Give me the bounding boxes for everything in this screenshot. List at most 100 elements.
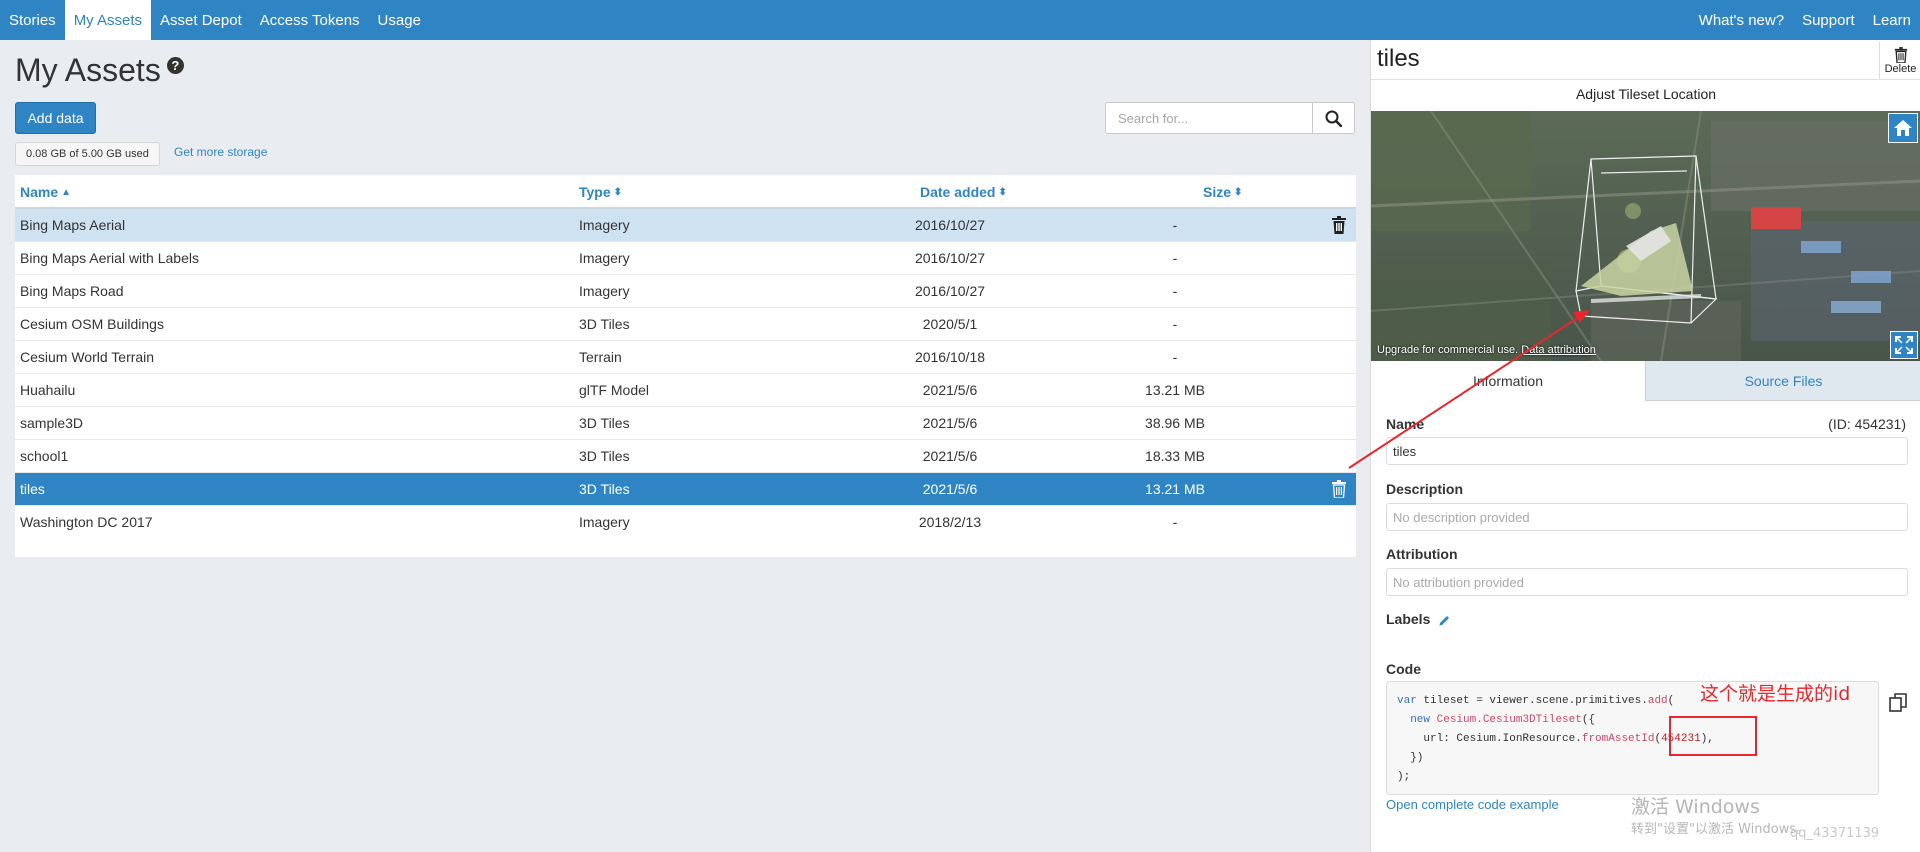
table-header: Name ▲ Type ⬍ Date added ⬍ Size ⬍ bbox=[15, 175, 1356, 209]
column-header-type[interactable]: Type ⬍ bbox=[579, 184, 622, 200]
asset-type: 3D Tiles bbox=[579, 316, 630, 332]
asset-type: Imagery bbox=[579, 250, 630, 266]
asset-size: - bbox=[1172, 514, 1178, 530]
asset-type: Imagery bbox=[579, 514, 630, 530]
asset-date: 2021/5/6 bbox=[922, 415, 978, 431]
annotation-label: 这个就是生成的id bbox=[1700, 683, 1851, 705]
asset-name: Cesium OSM Buildings bbox=[20, 316, 164, 332]
home-button[interactable] bbox=[1888, 113, 1918, 143]
nav-support[interactable]: Support bbox=[1793, 0, 1864, 40]
open-code-example-link[interactable]: Open complete code example bbox=[1386, 797, 1559, 812]
table-row[interactable]: Cesium OSM Buildings 3D Tiles 2020/5/1 - bbox=[15, 308, 1356, 341]
tileset-preview-viewer[interactable]: Upgrade for commercial use. Data attribu… bbox=[1371, 111, 1920, 361]
table-row[interactable]: Bing Maps Road Imagery 2016/10/27 - bbox=[15, 275, 1356, 308]
asset-date: 2016/10/27 bbox=[914, 250, 986, 266]
asset-name: Bing Maps Aerial bbox=[20, 217, 126, 233]
asset-type: 3D Tiles bbox=[579, 481, 630, 497]
table-row[interactable]: school1 3D Tiles 2021/5/6 18.33 MB bbox=[15, 440, 1356, 473]
assets-table: Name ▲ Type ⬍ Date added ⬍ Size ⬍ Bing M… bbox=[15, 175, 1356, 557]
nav-my-assets[interactable]: My Assets bbox=[64, 0, 152, 40]
column-header-name[interactable]: Name ▲ bbox=[20, 184, 71, 200]
asset-id-label: (ID: 454231) bbox=[1828, 416, 1906, 432]
blog-watermark: qq_43371139 bbox=[1790, 826, 1880, 841]
question-circle-icon[interactable]: ? bbox=[166, 57, 184, 74]
table-row-selected[interactable]: tiles 3D Tiles 2021/5/6 13.21 MB bbox=[15, 473, 1356, 506]
asset-type: 3D Tiles bbox=[579, 415, 630, 431]
tab-information[interactable]: Information bbox=[1371, 361, 1646, 401]
description-field[interactable]: No description provided bbox=[1386, 503, 1908, 531]
nav-whats-new[interactable]: What's new? bbox=[1690, 0, 1793, 40]
sort-icon: ⬍ bbox=[613, 186, 623, 198]
asset-name: Cesium World Terrain bbox=[20, 349, 155, 365]
nav-usage[interactable]: Usage bbox=[369, 0, 430, 40]
asset-type: 3D Tiles bbox=[579, 448, 630, 464]
get-more-storage-link[interactable]: Get more storage bbox=[174, 145, 267, 159]
asset-name: sample3D bbox=[20, 415, 84, 431]
pencil-icon[interactable] bbox=[1438, 614, 1451, 627]
name-field[interactable]: tiles bbox=[1386, 437, 1908, 465]
table-row[interactable]: Cesium World Terrain Terrain 2016/10/18 … bbox=[15, 341, 1356, 374]
asset-date: 2016/10/27 bbox=[914, 283, 986, 299]
add-data-button[interactable]: Add data bbox=[15, 102, 96, 134]
column-header-name-label: Name bbox=[20, 184, 59, 200]
expand-icon bbox=[1895, 336, 1913, 354]
column-header-size[interactable]: Size ⬍ bbox=[1203, 184, 1242, 200]
asset-date: 2020/5/1 bbox=[922, 316, 978, 332]
asset-size: 13.21 MB bbox=[1145, 382, 1205, 398]
trash-icon[interactable] bbox=[1331, 480, 1347, 498]
asset-name: Washington DC 2017 bbox=[20, 514, 153, 530]
asset-type: glTF Model bbox=[579, 382, 650, 398]
trash-icon[interactable] bbox=[1331, 216, 1347, 234]
asset-name: school1 bbox=[20, 448, 69, 464]
asset-size: - bbox=[1172, 283, 1178, 299]
nav-stories[interactable]: Stories bbox=[0, 0, 65, 40]
search-button[interactable] bbox=[1312, 102, 1355, 134]
asset-date: 2016/10/27 bbox=[914, 217, 986, 233]
description-label: Description bbox=[1386, 481, 1464, 497]
asset-size: - bbox=[1172, 217, 1178, 233]
asset-name: Huahailu bbox=[20, 382, 76, 398]
asset-size: - bbox=[1172, 316, 1178, 332]
satellite-imagery bbox=[1371, 111, 1920, 361]
trash-icon bbox=[1894, 47, 1907, 63]
nav-left: Stories My Assets Asset Depot Access Tok… bbox=[0, 0, 430, 40]
asset-size: 18.33 MB bbox=[1145, 448, 1205, 464]
asset-name: Bing Maps Aerial with Labels bbox=[20, 250, 199, 266]
page-title: My Assets ? bbox=[15, 52, 184, 89]
windows-activation-subtitle: 转到"设置"以激活 Windows。 bbox=[1631, 822, 1810, 837]
nav-access-tokens[interactable]: Access Tokens bbox=[251, 0, 369, 40]
data-attribution-link[interactable]: Data attribution bbox=[1521, 344, 1596, 356]
asset-size: 38.96 MB bbox=[1145, 415, 1205, 431]
name-label: Name bbox=[1386, 416, 1425, 432]
details-tabs: Information Source Files bbox=[1371, 361, 1920, 401]
asset-date: 2021/5/6 bbox=[922, 481, 978, 497]
search-input[interactable] bbox=[1105, 102, 1312, 134]
copy-icon[interactable] bbox=[1888, 692, 1910, 714]
asset-date: 2018/2/13 bbox=[918, 514, 982, 530]
asset-size: - bbox=[1172, 349, 1178, 365]
table-row[interactable]: Washington DC 2017 Imagery 2018/2/13 - bbox=[15, 506, 1356, 539]
search-box bbox=[1105, 102, 1355, 134]
delete-label: Delete bbox=[1884, 63, 1917, 75]
tab-source-files[interactable]: Source Files bbox=[1646, 361, 1920, 401]
table-row[interactable]: Huahailu glTF Model 2021/5/6 13.21 MB bbox=[15, 374, 1356, 407]
delete-button[interactable]: Delete bbox=[1879, 42, 1920, 80]
asset-name: tiles bbox=[20, 481, 45, 497]
asset-details-panel: tiles Delete Adjust Tileset Location Upg… bbox=[1370, 40, 1920, 852]
adjust-tileset-location-link[interactable]: Adjust Tileset Location bbox=[1371, 86, 1920, 102]
table-row[interactable]: sample3D 3D Tiles 2021/5/6 38.96 MB bbox=[15, 407, 1356, 440]
nav-learn[interactable]: Learn bbox=[1864, 0, 1920, 40]
table-row[interactable]: Bing Maps Aerial Imagery 2016/10/27 - bbox=[15, 209, 1356, 242]
fullscreen-button[interactable] bbox=[1890, 331, 1918, 359]
asset-date: 2021/5/6 bbox=[922, 382, 978, 398]
page-title-text: My Assets bbox=[15, 52, 161, 88]
attribution-field[interactable]: No attribution provided bbox=[1386, 568, 1908, 596]
column-header-size-label: Size bbox=[1203, 184, 1232, 200]
labels-label-text: Labels bbox=[1386, 611, 1431, 627]
table-row[interactable]: Bing Maps Aerial with Labels Imagery 201… bbox=[15, 242, 1356, 275]
asset-type: Terrain bbox=[579, 349, 622, 365]
nav-asset-depot[interactable]: Asset Depot bbox=[151, 0, 251, 40]
nav-right: What's new? Support Learn bbox=[1690, 0, 1920, 40]
asset-date: 2016/10/18 bbox=[914, 349, 986, 365]
column-header-date[interactable]: Date added ⬍ bbox=[920, 184, 1007, 200]
